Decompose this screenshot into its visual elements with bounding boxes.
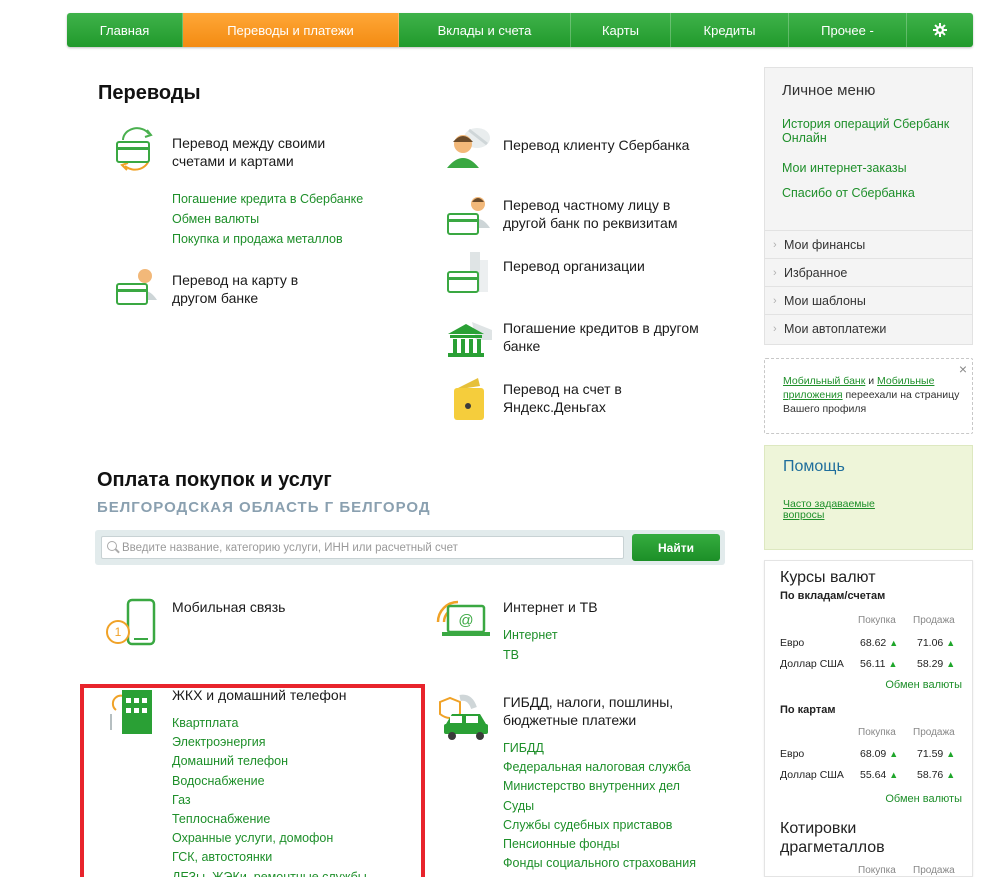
rate-currency: Евро xyxy=(780,748,805,760)
rates-sell-header: Продажа xyxy=(913,615,955,626)
search-button[interactable]: Найти xyxy=(632,534,720,561)
gibdd-title[interactable]: ГИБДД, налоги, пошлины, бюджетные платеж… xyxy=(503,693,703,729)
region-selector[interactable]: БЕЛГОРОДСКАЯ ОБЛАСТЬ Г БЕЛГОРОД xyxy=(97,499,431,516)
sber-client-icon xyxy=(447,128,490,168)
internet-tv-icon: @ xyxy=(436,600,490,636)
loans-other-bank-title[interactable]: Погашение кредитов в другом банке xyxy=(503,319,733,355)
organization-icon xyxy=(447,252,488,293)
private-transfer-icon xyxy=(447,197,490,235)
metals-title: Котировки драгметаллов xyxy=(780,820,885,856)
link-exchange-deposits[interactable]: Обмен валюты xyxy=(885,679,962,691)
rates-cards-label: По картам xyxy=(780,704,836,716)
rate-buy: 56.11 ▲ xyxy=(860,658,898,670)
menu-my-finances[interactable]: Мои финансы xyxy=(764,230,973,258)
search-icon xyxy=(107,541,117,551)
link-tv[interactable]: ТВ xyxy=(503,645,558,665)
nav-item-home[interactable]: Главная xyxy=(67,13,183,47)
link-operations-history[interactable]: История операций Сбербанк Онлайн xyxy=(782,117,967,145)
private-transfer-title[interactable]: Перевод частному лицу в другой банк по р… xyxy=(503,196,703,232)
nav-settings[interactable] xyxy=(907,13,973,47)
rate-currency: Доллар США xyxy=(780,658,844,670)
personal-menu-title: Личное меню xyxy=(782,82,876,99)
link-tax[interactable]: Федеральная налоговая служба xyxy=(503,758,696,777)
search-bar: Найти xyxy=(95,530,725,565)
internet-tv-title[interactable]: Интернет и ТВ xyxy=(503,598,703,616)
card-other-bank-title[interactable]: Перевод на карту в другом банке xyxy=(172,271,332,307)
nav-item-cards[interactable]: Карты xyxy=(571,13,671,47)
mobile-title[interactable]: Мобильная связь xyxy=(172,598,372,616)
rates-sell-header: Продажа xyxy=(913,727,955,738)
own-transfer-icon xyxy=(116,127,153,171)
help-panel: Помощь Часто задаваемые вопросы xyxy=(764,445,973,550)
rate-buy: 68.62 ▲ xyxy=(860,637,899,649)
car-shield-icon xyxy=(439,694,488,740)
own-transfer-title[interactable]: Перевод между своими счетами и картами xyxy=(172,134,372,170)
rate-currency: Доллар США xyxy=(780,769,844,781)
metals-sell-header: Продажа xyxy=(913,865,955,876)
notice-text: Мобильный банк и Мобильные приложения пе… xyxy=(783,374,963,416)
transfers-heading: Переводы xyxy=(98,82,201,104)
rate-sell: 58.29 ▲ xyxy=(917,658,956,670)
link-pension[interactable]: Пенсионные фонды xyxy=(503,835,696,854)
organization-title[interactable]: Перевод организации xyxy=(503,257,703,275)
svg-text:1: 1 xyxy=(115,625,122,639)
rates-buy-header: Покупка xyxy=(858,727,896,738)
yandex-title[interactable]: Перевод на счет в Яндекс.Деньгах xyxy=(503,380,703,416)
link-courts[interactable]: Суды xyxy=(503,797,696,816)
link-faq[interactable]: Часто задаваемые вопросы xyxy=(783,499,903,521)
link-sber-loan-repayment[interactable]: Погашение кредита в Сбербанке xyxy=(172,189,363,209)
link-mvd[interactable]: Министерство внутренних дел xyxy=(503,777,696,796)
link-spasibo[interactable]: Спасибо от Сбербанка xyxy=(782,186,915,200)
nav-item-deposits[interactable]: Вклады и счета xyxy=(399,13,571,47)
link-gibdd[interactable]: ГИБДД xyxy=(503,739,696,758)
payments-heading: Оплата покупок и услуг xyxy=(97,469,332,491)
nav-item-loans[interactable]: Кредиты xyxy=(671,13,789,47)
help-title[interactable]: Помощь xyxy=(783,458,845,476)
top-navigation: Главная Переводы и платежи Вклады и счет… xyxy=(67,13,973,47)
mobile-phone-icon: 1 xyxy=(106,598,156,646)
link-currency-exchange[interactable]: Обмен валюты xyxy=(172,209,363,229)
yandex-wallet-icon xyxy=(454,378,484,420)
rate-sell: 58.76 ▲ xyxy=(917,769,956,781)
menu-favorites[interactable]: Избранное xyxy=(764,258,973,286)
menu-templates[interactable]: Мои шаблоны xyxy=(764,286,973,314)
bank-building-icon xyxy=(448,322,492,357)
link-exchange-cards[interactable]: Обмен валюты xyxy=(885,793,962,805)
exchange-rates-panel: Курсы валют По вкладам/счетам Покупка Пр… xyxy=(764,560,973,877)
search-input[interactable] xyxy=(101,536,624,559)
link-internet[interactable]: Интернет xyxy=(503,625,558,645)
link-mobile-bank[interactable]: Мобильный банк xyxy=(783,375,865,387)
link-internet-orders[interactable]: Мои интернет-заказы xyxy=(782,161,907,175)
nav-item-other[interactable]: Прочее - xyxy=(789,13,907,47)
notice-and: и xyxy=(868,375,875,387)
card-other-bank-icon xyxy=(116,269,157,305)
rate-sell: 71.06 ▲ xyxy=(917,637,956,649)
rate-buy: 55.64 ▲ xyxy=(860,769,899,781)
link-social-insurance[interactable]: Фонды социального страхования xyxy=(503,854,696,873)
svg-text:@: @ xyxy=(458,612,473,629)
rates-deposits-label: По вкладам/счетам xyxy=(780,590,886,602)
profile-notice: × Мобильный банк и Мобильные приложения … xyxy=(764,358,973,434)
link-metals[interactable]: Покупка и продажа металлов xyxy=(172,229,363,249)
sber-client-title[interactable]: Перевод клиенту Сбербанка xyxy=(503,136,723,154)
nav-item-transfers-payments[interactable]: Переводы и платежи xyxy=(183,13,399,47)
gear-icon xyxy=(933,23,947,37)
rates-title: Курсы валют xyxy=(780,569,876,586)
metals-buy-header: Покупка xyxy=(858,865,896,876)
rate-currency: Евро xyxy=(780,637,805,649)
rates-buy-header: Покупка xyxy=(858,615,896,626)
link-bailiffs[interactable]: Службы судебных приставов xyxy=(503,816,696,835)
rate-sell: 71.59 ▲ xyxy=(917,748,956,760)
highlight-box xyxy=(80,684,425,877)
menu-autopayments[interactable]: Мои автоплатежи xyxy=(764,314,973,342)
rate-buy: 68.09 ▲ xyxy=(860,748,899,760)
